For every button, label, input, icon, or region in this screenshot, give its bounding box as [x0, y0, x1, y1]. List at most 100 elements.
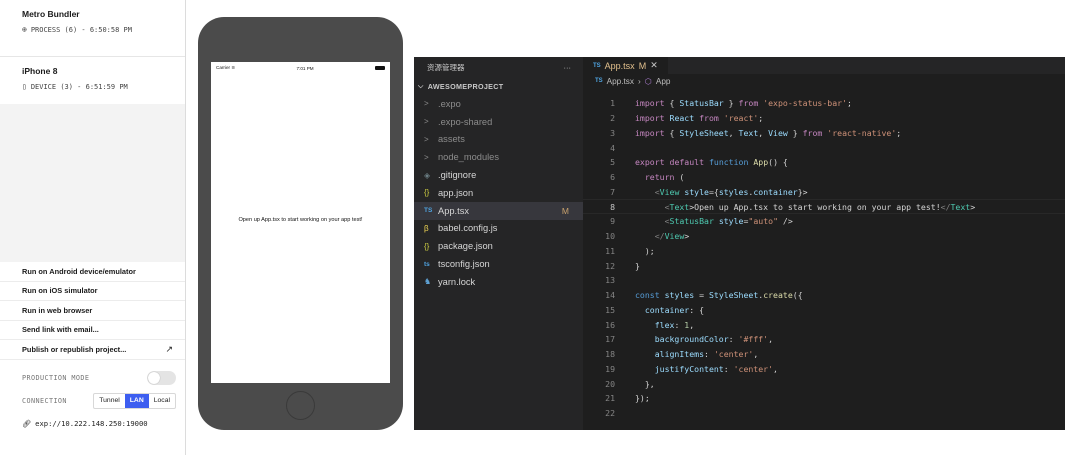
code-line[interactable]: 15 container: {	[583, 303, 1065, 318]
app-text: Open up App.tsx to start working on your…	[238, 217, 363, 223]
line-number: 15	[605, 304, 615, 315]
carrier-label: Carrier	[216, 65, 231, 70]
code-line[interactable]: 2 import React from 'react';	[583, 111, 1065, 126]
line-number: 19	[605, 363, 615, 374]
file-tree-item[interactable]: β babel.config.js	[414, 220, 583, 238]
file-tree-item[interactable]: {} package.json	[414, 237, 583, 255]
production-mode-row: PRODUCTION MODE	[22, 370, 176, 386]
run-android-button[interactable]: Run on Android device/emulator	[0, 262, 185, 282]
code-editor[interactable]: 1 import { StatusBar } from 'expo-status-…	[583, 96, 1065, 421]
file-name: app.json	[438, 187, 474, 198]
code-line[interactable]: 1 import { StatusBar } from 'expo-status-…	[583, 96, 1065, 111]
code-line[interactable]: 18 alignItems: 'center',	[583, 347, 1065, 362]
code-text: import React from 'react';	[635, 113, 764, 124]
code-text: return (	[644, 172, 685, 183]
battery-icon	[374, 66, 385, 70]
chevron-right-icon: >	[424, 152, 429, 162]
code-line[interactable]: 7 <View style={styles.container}>	[583, 185, 1065, 200]
code-line[interactable]: 12}	[583, 258, 1065, 273]
file-tree-item[interactable]: {} app.json	[414, 184, 583, 202]
device-title: iPhone 8	[22, 66, 58, 76]
code-line[interactable]: 9 <StatusBar style="auto" />	[583, 214, 1065, 229]
run-ios-button[interactable]: Run on iOS simulator	[0, 282, 185, 301]
tab-app-tsx[interactable]: TS App.tsx M ✕	[583, 57, 668, 74]
code-line[interactable]: 11 );	[583, 244, 1065, 259]
link-icon: 🔗︎	[22, 419, 32, 428]
file-name: .expo	[438, 98, 461, 109]
code-line[interactable]: 17 backgroundColor: '#fff',	[583, 332, 1065, 347]
send-link-button[interactable]: Send link with email...	[0, 321, 185, 340]
connection-segmented-control: Tunnel LAN Local	[93, 392, 176, 409]
line-number: 6	[610, 172, 615, 183]
code-line[interactable]: 13	[583, 273, 1065, 288]
simulator-screen[interactable]: Carrier ≋ 7:01 PM Open up App.tsx to sta…	[211, 62, 390, 383]
connection-local-option[interactable]: Local	[149, 394, 175, 408]
toggle-knob	[148, 372, 160, 384]
modified-badge: M	[638, 60, 647, 71]
more-actions-icon[interactable]: ···	[564, 63, 572, 72]
gitignore-icon: ◈	[424, 170, 431, 180]
code-line[interactable]: 20 },	[583, 376, 1065, 391]
file-tree-item[interactable]: > .expo	[414, 95, 583, 113]
file-tree-item[interactable]: ♞ yarn.lock	[414, 273, 583, 291]
line-number: 18	[605, 349, 615, 360]
project-name: AWESOMEPROJECT	[427, 81, 504, 91]
connection-lan-option[interactable]: LAN	[124, 393, 149, 408]
metro-bundler-title: Metro Bundler	[22, 9, 80, 19]
run-web-button[interactable]: Run in web browser	[0, 301, 185, 321]
status-bar: Carrier ≋ 7:01 PM	[211, 62, 390, 74]
home-button[interactable]	[286, 391, 315, 420]
file-tree-item[interactable]: > assets	[414, 131, 583, 149]
code-line[interactable]: 3 import { StyleSheet, Text, View } from …	[583, 126, 1065, 141]
connection-tunnel-option[interactable]: Tunnel	[94, 394, 125, 408]
metro-bundler-card[interactable]: Metro Bundler ⊕ PROCESS (6) - 6:50:58 PM	[0, 0, 185, 57]
typescript-icon: TS	[424, 207, 433, 215]
line-number: 8	[610, 201, 615, 212]
file-tree-item[interactable]: > .expo-shared	[414, 113, 583, 131]
code-line[interactable]: 14 const styles = StyleSheet.create({	[583, 288, 1065, 303]
code-text: const styles = StyleSheet.create({	[635, 290, 803, 301]
file-name: .expo-shared	[438, 116, 493, 127]
line-number: 12	[605, 260, 615, 271]
code-text: }	[635, 260, 640, 271]
device-card[interactable]: iPhone 8 ▯ DEVICE (3) - 6:51:59 PM	[0, 57, 185, 104]
chevron-right-icon: >	[424, 134, 429, 144]
line-number: 7	[610, 186, 615, 197]
code-line[interactable]: 6 return (	[583, 170, 1065, 185]
line-number: 3	[610, 127, 615, 138]
code-text: );	[635, 245, 655, 256]
chevron-right-icon: >	[424, 99, 429, 109]
line-number: 4	[610, 142, 615, 153]
file-tree-item[interactable]: ts tsconfig.json	[414, 255, 583, 273]
file-tree-item[interactable]: ◈ .gitignore	[414, 166, 583, 184]
code-text: <View style={styles.container}>	[654, 186, 808, 197]
code-line[interactable]: 5 export default function App() {	[583, 155, 1065, 170]
production-mode-toggle[interactable]	[147, 371, 176, 385]
code-line[interactable]: 4	[583, 140, 1065, 155]
code-text: container: {	[644, 304, 705, 315]
file-name: babel.config.js	[438, 223, 498, 234]
code-line[interactable]: 21});	[583, 391, 1065, 406]
file-tree-item[interactable]: TS App.tsx M	[414, 201, 583, 220]
wifi-icon: ≋	[231, 65, 236, 70]
code-text: },	[635, 378, 655, 389]
code-line[interactable]: 16 flex: 1,	[583, 317, 1065, 332]
publish-button[interactable]: Publish or republish project... ↗	[0, 340, 185, 360]
code-line[interactable]: 8 <Text>Open up App.tsx to start working…	[583, 199, 1065, 214]
code-line[interactable]: 22	[583, 406, 1065, 421]
json-icon: {}	[424, 188, 430, 198]
breadcrumb-symbol[interactable]: App	[656, 77, 671, 86]
json-icon: {}	[424, 241, 430, 251]
line-number: 16	[605, 319, 615, 330]
project-folder-header[interactable]: ⌵ AWESOMEPROJECT	[414, 77, 583, 95]
line-number: 21	[605, 393, 615, 404]
connection-url-row[interactable]: 🔗︎ exp://10.222.148.250:19000	[22, 419, 148, 428]
close-icon[interactable]: ✕	[650, 60, 658, 71]
code-line[interactable]: 19 justifyContent: 'center',	[583, 362, 1065, 377]
code-text: </View>	[654, 231, 690, 242]
file-tree-item[interactable]: > node_modules	[414, 148, 583, 166]
iphone-simulator: Carrier ≋ 7:01 PM Open up App.tsx to sta…	[198, 17, 403, 430]
code-line[interactable]: 10 </View>	[583, 229, 1065, 244]
code-text: backgroundColor: '#fff',	[654, 334, 774, 345]
breadcrumb-file[interactable]: App.tsx	[607, 77, 634, 86]
